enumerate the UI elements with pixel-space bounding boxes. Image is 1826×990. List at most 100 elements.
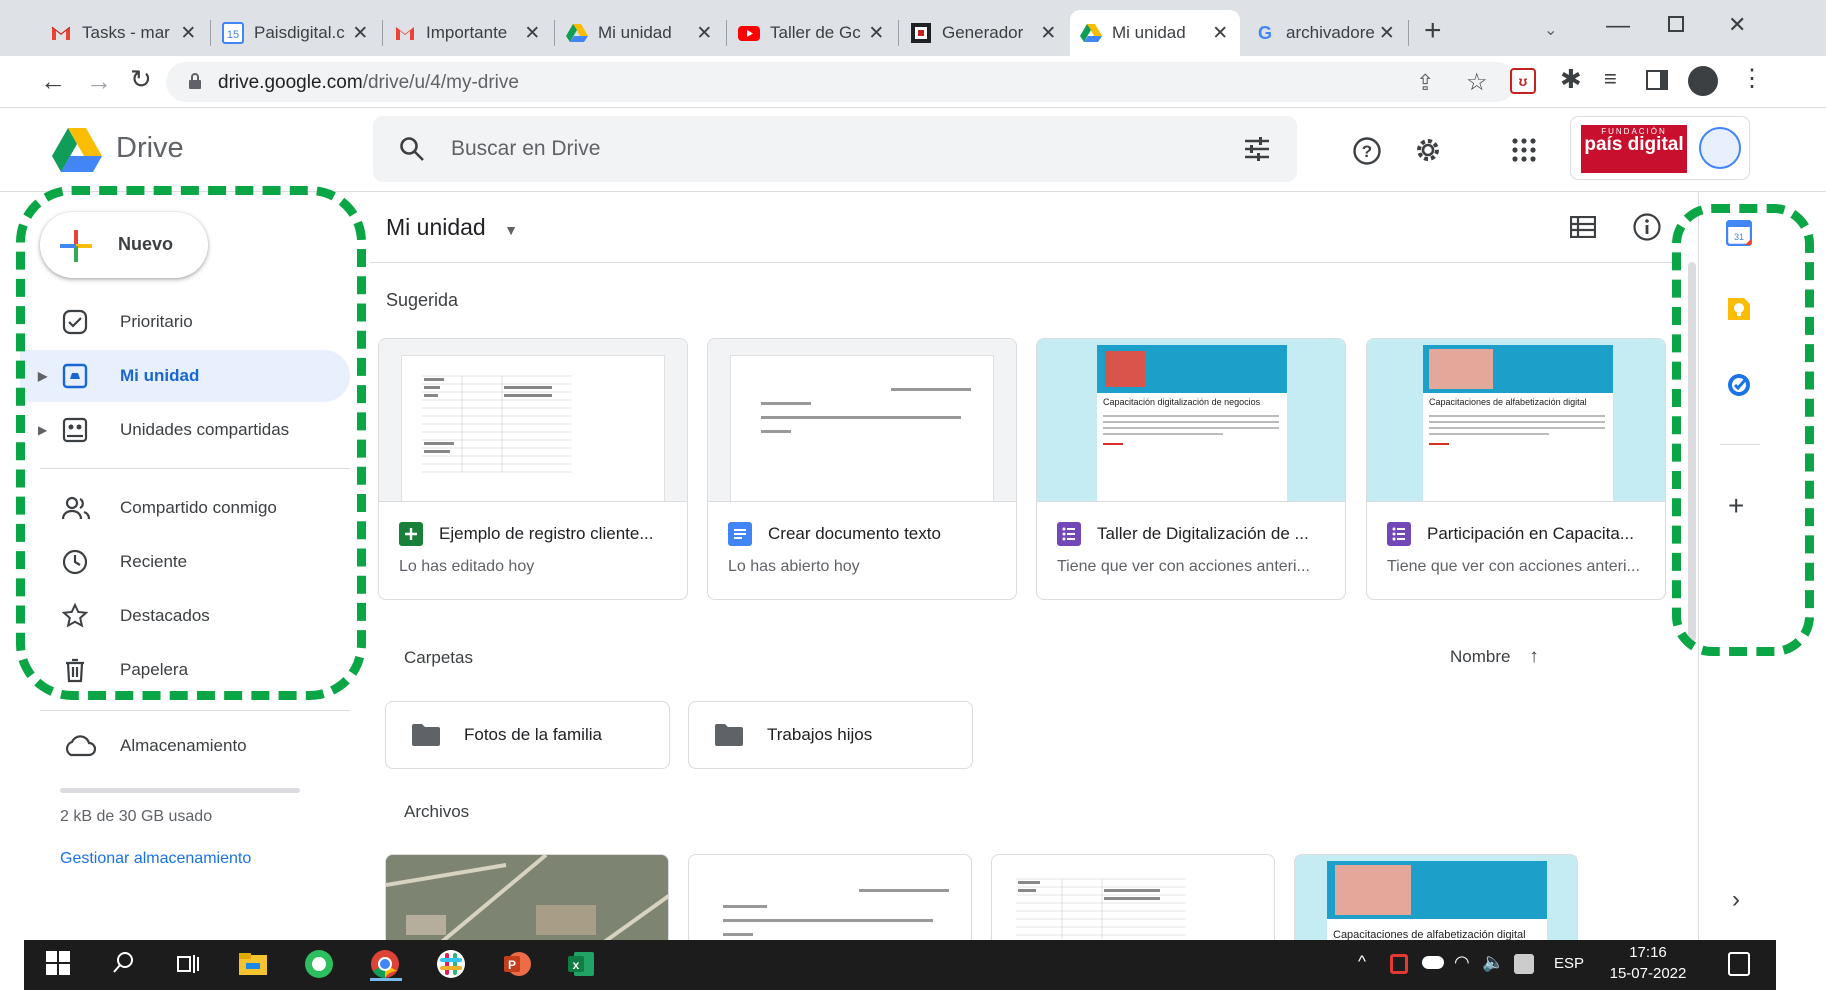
tab-mi-unidad-1[interactable]: Mi unidad ✕ xyxy=(556,10,724,56)
file-item[interactable] xyxy=(385,854,669,954)
chrome-menu-icon[interactable]: ⋮ xyxy=(1740,64,1764,93)
manage-storage-link[interactable]: Gestionar almacenamiento xyxy=(60,850,251,868)
tab-taller[interactable]: Taller de Gc ✕ xyxy=(728,10,896,56)
page-title[interactable]: Mi unidad ▼ xyxy=(386,214,518,241)
apps-grid-icon[interactable] xyxy=(1512,138,1536,162)
address-bar[interactable]: drive.google.com/drive/u/4/my-drive ⇪ ☆ xyxy=(166,62,1516,102)
side-panel-icon[interactable] xyxy=(1646,70,1668,90)
chrome-taskbar-icon[interactable] xyxy=(370,949,402,981)
sheet-preview xyxy=(401,355,665,501)
form-title: Capacitación digitalización de negocios xyxy=(1103,397,1261,407)
evernote-icon[interactable] xyxy=(304,949,336,981)
powerpoint-icon[interactable]: P xyxy=(502,949,534,981)
search-bar[interactable] xyxy=(373,116,1297,182)
form-banner xyxy=(1097,345,1287,393)
slack-icon[interactable] xyxy=(436,949,468,981)
file-item[interactable] xyxy=(991,854,1275,954)
close-icon[interactable]: ✕ xyxy=(351,22,370,45)
reading-list-icon[interactable]: ≡ xyxy=(1604,66,1617,92)
brand-logo: FUNDACIÓN país digital xyxy=(1581,125,1687,173)
list-view-icon[interactable] xyxy=(1570,216,1596,238)
svg-text:P: P xyxy=(508,958,516,972)
volume-icon[interactable]: 🔈 xyxy=(1482,952,1504,973)
drive-logo-icon[interactable] xyxy=(52,128,102,172)
search-icon[interactable] xyxy=(399,136,425,162)
extensions-puzzle-icon[interactable]: ✱ xyxy=(1560,64,1582,95)
tab-label: Paisdigital.c xyxy=(254,23,345,42)
profile-avatar[interactable] xyxy=(1688,66,1718,96)
windows-start-icon[interactable] xyxy=(44,949,76,981)
app-name[interactable]: Drive xyxy=(116,132,184,165)
drive-icon xyxy=(1080,22,1102,44)
account-avatar[interactable] xyxy=(1699,127,1741,169)
window-close-icon[interactable]: ✕ xyxy=(1728,12,1746,38)
folders-heading: Carpetas xyxy=(404,648,473,667)
language-indicator[interactable]: ESP xyxy=(1554,955,1584,972)
network-drive-icon[interactable] xyxy=(1514,954,1534,974)
sidebar-item-almacenamiento[interactable]: Almacenamiento xyxy=(20,720,350,772)
file-explorer-icon[interactable] xyxy=(238,949,270,981)
file-item[interactable] xyxy=(688,854,972,954)
minimize-icon[interactable]: — xyxy=(1606,12,1630,40)
docs-icon xyxy=(728,522,752,546)
search-options-icon[interactable] xyxy=(1243,136,1271,162)
search-input[interactable] xyxy=(451,116,1151,182)
extension-icon[interactable]: ʊ xyxy=(1510,68,1536,94)
mcafee-icon[interactable] xyxy=(1390,954,1408,974)
suggested-card[interactable]: Ejemplo de registro cliente... Lo has ed… xyxy=(378,338,688,600)
suggested-card[interactable]: Capacitaciones de alfabetización digital… xyxy=(1366,338,1666,600)
notifications-icon[interactable] xyxy=(1728,952,1750,976)
card-subtitle: Tiene que ver con acciones anteri... xyxy=(1057,558,1310,575)
folder-item[interactable]: Trabajos hijos xyxy=(688,701,973,769)
forward-icon[interactable]: → xyxy=(86,66,112,97)
restore-icon[interactable] xyxy=(1668,16,1684,32)
folder-item[interactable]: Fotos de la familia xyxy=(385,701,670,769)
tab-mi-unidad-active[interactable]: Mi unidad ✕ xyxy=(1070,10,1240,56)
close-icon[interactable]: ✕ xyxy=(1039,22,1058,45)
account-switcher[interactable]: FUNDACIÓN país digital xyxy=(1570,116,1750,180)
tab-generador[interactable]: Generador ✕ xyxy=(900,10,1068,56)
tab-importante[interactable]: Importante ✕ xyxy=(384,10,552,56)
excel-icon[interactable]: x xyxy=(566,949,598,981)
bookmark-star-icon[interactable]: ☆ xyxy=(1466,68,1488,97)
clock[interactable]: 17:16 15-07-2022 xyxy=(1608,942,1688,984)
help-icon[interactable]: ? xyxy=(1352,136,1382,166)
wifi-icon[interactable]: ◠ xyxy=(1454,952,1470,973)
drive-header: Drive ? FUNDACIÓN país digital xyxy=(0,108,1826,192)
clock-date: 15-07-2022 xyxy=(1609,965,1687,982)
task-view-icon[interactable] xyxy=(174,949,206,981)
tab-archivadores[interactable]: G archivadore ✕ xyxy=(1244,10,1406,56)
file-item[interactable]: Capacitaciones de alfabetización digital xyxy=(1294,854,1578,954)
reload-icon[interactable]: ↻ xyxy=(130,64,152,95)
sort-control[interactable]: Nombre ↑ xyxy=(1450,646,1539,668)
file-thumbnail xyxy=(708,339,1016,502)
close-icon[interactable]: ✕ xyxy=(867,22,886,45)
form-title: Capacitaciones de alfabetización digital xyxy=(1429,397,1587,407)
new-tab-icon[interactable]: + xyxy=(1424,14,1442,48)
folder-name: Fotos de la familia xyxy=(464,725,602,744)
tab-search-icon[interactable]: ⌄ xyxy=(1544,20,1557,40)
arrow-up-icon[interactable]: ↑ xyxy=(1529,646,1539,667)
search-taskbar-icon[interactable] xyxy=(110,949,142,981)
suggested-card[interactable]: Crear documento texto Lo has abierto hoy xyxy=(707,338,1017,600)
close-icon[interactable]: ✕ xyxy=(523,22,542,45)
share-icon[interactable]: ⇪ xyxy=(1416,70,1434,96)
info-icon[interactable] xyxy=(1632,212,1662,242)
onedrive-icon[interactable] xyxy=(1422,956,1444,969)
close-icon[interactable]: ✕ xyxy=(179,22,198,45)
tab-paisdigital[interactable]: 15 Paisdigital.c ✕ xyxy=(212,10,380,56)
back-icon[interactable]: ← xyxy=(40,66,66,97)
tab-label: Generador xyxy=(942,23,1024,42)
suggested-card[interactable]: Capacitación digitalización de negocios … xyxy=(1036,338,1346,600)
tab-tasks[interactable]: Tasks - mar ✕ xyxy=(40,10,208,56)
close-icon[interactable]: ✕ xyxy=(1210,22,1230,45)
caret-down-icon[interactable]: ▼ xyxy=(504,222,518,238)
sort-label: Nombre xyxy=(1450,647,1511,666)
tray-chevron-icon[interactable]: ^ xyxy=(1358,952,1366,972)
close-icon[interactable]: ✕ xyxy=(1378,22,1396,45)
chevron-right-icon[interactable]: › xyxy=(1732,886,1740,914)
sheets-icon xyxy=(399,522,423,546)
settings-gear-icon[interactable] xyxy=(1412,134,1444,166)
people-image xyxy=(1335,865,1411,915)
close-icon[interactable]: ✕ xyxy=(695,22,714,45)
